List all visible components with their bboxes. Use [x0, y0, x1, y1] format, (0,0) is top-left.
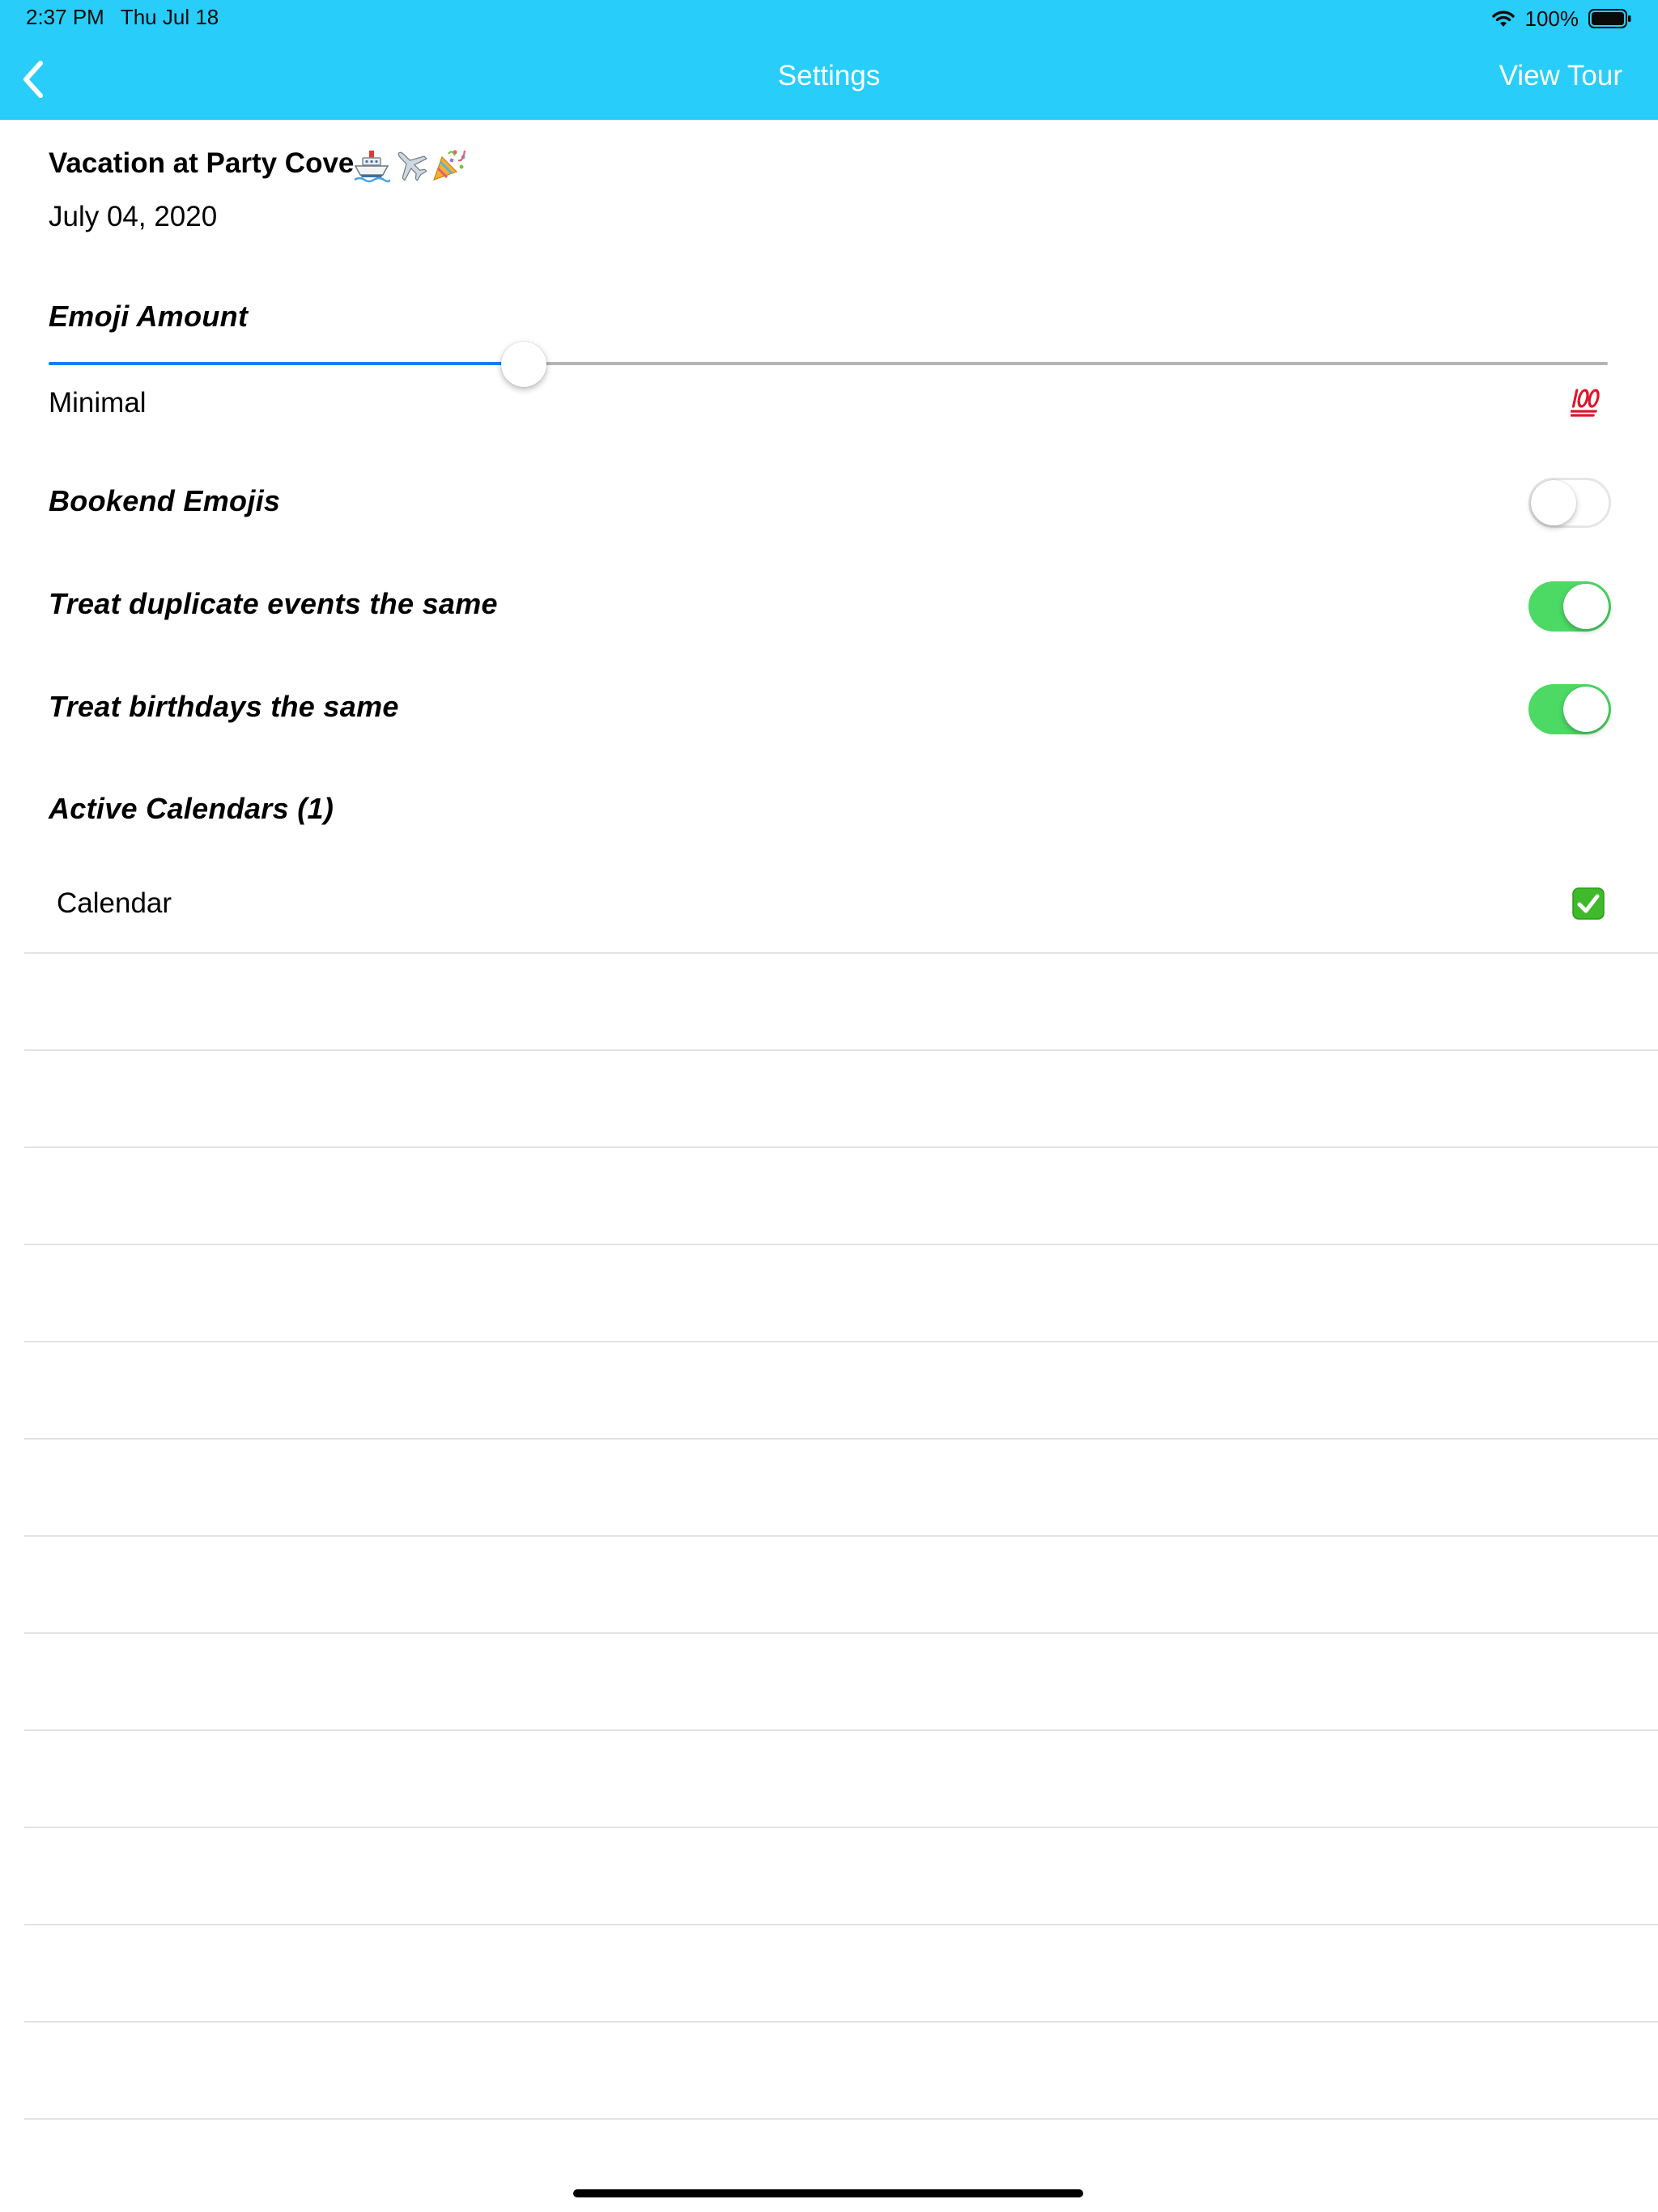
treat-duplicate-events-toggle[interactable] — [1528, 581, 1611, 632]
empty-list-row — [24, 1537, 1658, 1634]
slider-fill — [49, 362, 524, 365]
status-indicators: 100% — [1491, 5, 1633, 32]
status-time: 2:37 PM Thu Jul 18 — [26, 5, 219, 30]
empty-list-row — [24, 1051, 1658, 1148]
empty-list-row — [24, 1731, 1658, 1828]
bookend-emojis-toggle[interactable] — [1528, 478, 1611, 528]
slider-min-label: Minimal — [49, 387, 147, 419]
view-tour-button[interactable]: View Tour — [1499, 60, 1622, 92]
status-clock: 2:37 PM — [26, 5, 104, 29]
airplane-icon — [397, 151, 427, 181]
wifi-icon — [1491, 9, 1516, 28]
slider-thumb[interactable] — [501, 342, 546, 387]
empty-list-row — [24, 1925, 1658, 2023]
battery-icon — [1588, 9, 1632, 28]
home-indicator — [573, 2189, 1083, 2197]
empty-list-row — [24, 2023, 1658, 2120]
toggle-knob — [1531, 480, 1576, 525]
calendar-row[interactable]: Calendar — [24, 857, 1658, 954]
page-title: Settings — [777, 60, 881, 91]
empty-list-row — [24, 1342, 1658, 1440]
active-calendars-heading: Active Calendars (1) — [49, 792, 334, 825]
check-mark-button-icon[interactable] — [1572, 887, 1605, 924]
empty-list-row — [24, 954, 1658, 1051]
calendar-label: Calendar — [57, 887, 172, 919]
empty-list-row — [24, 1148, 1658, 1245]
bookend-emojis-label: Bookend Emojis — [49, 484, 281, 517]
event-title: Vacation at Party Cove — [49, 147, 355, 179]
empty-list-row — [24, 1828, 1658, 1925]
emoji-amount-slider[interactable] — [49, 340, 1608, 389]
toggle-knob — [1563, 687, 1609, 732]
treat-birthdays-toggle[interactable] — [1528, 684, 1611, 734]
event-emojis — [353, 144, 468, 185]
ship-icon — [354, 151, 390, 183]
battery-percentage: 100% — [1524, 6, 1579, 31]
toggle-knob — [1563, 584, 1609, 629]
event-date: July 04, 2020 — [49, 201, 218, 232]
party-popper-icon — [433, 150, 466, 181]
navigation-bar: 2:37 PM Thu Jul 18 100% Settings View Tou… — [0, 0, 1658, 120]
empty-list-row — [24, 1245, 1658, 1342]
treat-duplicate-events-label: Treat duplicate events the same — [49, 587, 498, 620]
hundred-points-icon — [1567, 385, 1605, 423]
empty-list-row — [24, 1440, 1658, 1537]
treat-birthdays-label: Treat birthdays the same — [49, 690, 399, 723]
emoji-amount-heading: Emoji Amount — [49, 300, 249, 333]
status-date: Thu Jul 18 — [120, 5, 219, 29]
empty-list-row — [24, 1634, 1658, 1731]
